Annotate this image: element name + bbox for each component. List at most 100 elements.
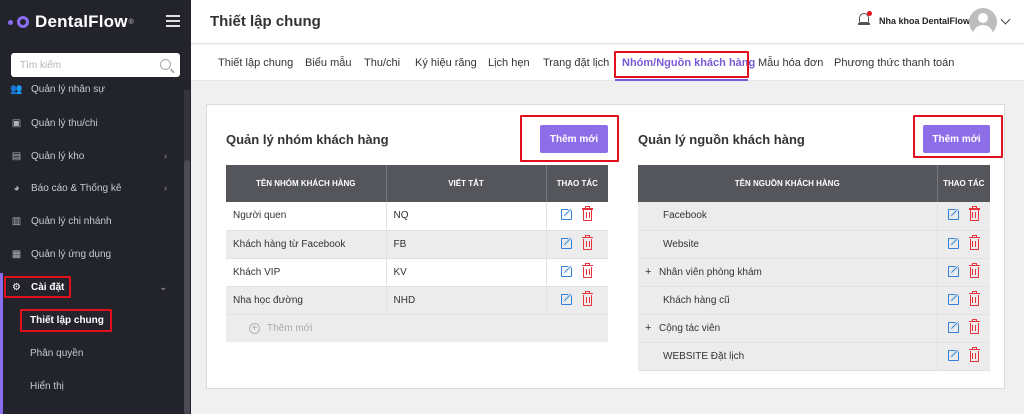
edit-icon[interactable] xyxy=(947,264,962,278)
column-header-actions: Thao tác xyxy=(937,165,990,202)
edit-icon[interactable] xyxy=(561,207,575,221)
cash-icon: ▣ xyxy=(11,117,22,129)
sidebar-item-warehouse[interactable]: ▤ Quản lý kho › xyxy=(0,146,183,166)
tab-tooth-symbols[interactable]: Ký hiệu răng xyxy=(415,57,477,69)
source-name-label: WEBSITE Đặt lịch xyxy=(663,350,745,362)
menu-toggle-icon[interactable] xyxy=(166,15,180,27)
highlight-box-settings xyxy=(4,276,71,298)
column-header-group-name: Tên nhóm khách hàng xyxy=(226,165,387,202)
source-name-label: Website xyxy=(663,238,699,250)
groups-table: Tên nhóm khách hàng Viết tắt Thao tác Ng… xyxy=(226,165,608,315)
sources-section-title: Quản lý nguồn khách hàng xyxy=(638,132,805,147)
group-name-cell: Khách VIP xyxy=(226,258,387,287)
source-name-label: Nhân viên phòng khám xyxy=(659,267,762,278)
highlight-box-general-settings xyxy=(20,309,112,332)
tab-booking-page[interactable]: Trang đặt lịch xyxy=(543,57,609,69)
sidebar-item-apps[interactable]: ▦ Quản lý ứng dụng xyxy=(0,244,183,264)
sidebar-item-reports[interactable]: ◕ Báo cáo & Thống kê › xyxy=(0,178,183,198)
delete-icon[interactable] xyxy=(968,318,980,334)
expand-plus-icon[interactable]: + xyxy=(645,322,659,334)
notification-bell-icon[interactable] xyxy=(858,11,872,26)
apps-icon: ▦ xyxy=(11,248,22,260)
avatar[interactable] xyxy=(969,8,997,36)
delete-icon[interactable] xyxy=(582,206,594,222)
sidebar-search xyxy=(11,53,180,77)
sidebar-subitem-permissions[interactable]: Phân quyền xyxy=(30,348,83,359)
group-abbr-cell: FB xyxy=(386,230,547,259)
tab-general[interactable]: Thiết lập chung xyxy=(218,57,293,69)
edit-icon[interactable] xyxy=(947,207,962,221)
sidebar-scrollbar-thumb[interactable] xyxy=(184,160,190,414)
clinic-name[interactable]: Nha khoa DentalFlow xyxy=(879,16,970,26)
edit-icon[interactable] xyxy=(947,348,962,362)
group-abbr-cell: KV xyxy=(386,258,547,287)
source-name-cell: WEBSITE Đặt lịch xyxy=(638,342,938,371)
source-name-cell: + Cộng tác viên xyxy=(638,314,938,343)
source-name-label: Khách hàng cũ xyxy=(663,294,730,306)
edit-icon[interactable] xyxy=(947,236,962,250)
logo-dot-icon xyxy=(8,19,13,25)
tab-active-indicator xyxy=(615,79,748,81)
page-title: Thiết lập chung xyxy=(210,13,321,30)
sources-table: Tên nguồn khách hàng Thao tác Facebook We… xyxy=(638,165,990,371)
column-header-source-name: Tên nguồn khách hàng xyxy=(638,165,938,202)
sidebar-subitem-display[interactable]: Hiển thị xyxy=(30,381,64,392)
delete-icon[interactable] xyxy=(968,234,980,250)
chevron-down-icon: ⌄ xyxy=(159,281,167,292)
group-name-cell: Người quen xyxy=(226,202,387,231)
logo-ring-icon xyxy=(17,16,29,28)
source-name-cell: Website xyxy=(638,230,938,259)
edit-icon[interactable] xyxy=(561,292,575,306)
tab-invoice-templates[interactable]: Mẫu hóa đơn xyxy=(758,57,823,69)
sidebar-item-finance[interactable]: ▣ Quản lý thu/chi xyxy=(0,113,183,133)
search-icon[interactable] xyxy=(160,59,171,70)
search-input[interactable] xyxy=(11,53,151,77)
tab-income-expense[interactable]: Thu/chi xyxy=(364,57,400,69)
sidebar-item-label: Quản lý thu/chi xyxy=(31,117,98,129)
group-name-cell: Nha học đường xyxy=(226,286,387,315)
delete-icon[interactable] xyxy=(582,290,594,306)
table-row: Nha học đường NHD xyxy=(226,286,608,315)
sidebar-item-label: Quản lý kho xyxy=(31,150,85,162)
add-group-row-label: Thêm mới xyxy=(267,323,313,334)
groups-section-title: Quản lý nhóm khách hàng xyxy=(226,132,389,147)
delete-icon[interactable] xyxy=(582,262,594,278)
table-row: Website xyxy=(638,230,990,259)
delete-icon[interactable] xyxy=(968,290,980,306)
tab-payment-methods[interactable]: Phương thức thanh toán xyxy=(834,57,954,69)
brand-logo[interactable]: DentalFlow ® xyxy=(0,0,191,44)
table-row: Khách hàng cũ xyxy=(638,286,990,315)
add-group-row[interactable]: + Thêm mới xyxy=(226,315,608,342)
tab-forms[interactable]: Biểu mẫu xyxy=(305,57,351,69)
chevron-right-icon: › xyxy=(164,151,167,161)
source-name-label: Facebook xyxy=(663,210,707,222)
table-row: WEBSITE Đặt lịch xyxy=(638,342,990,371)
table-row: Khách VIP KV xyxy=(226,258,608,287)
chevron-down-icon[interactable] xyxy=(1000,14,1011,25)
edit-icon[interactable] xyxy=(561,264,575,278)
notification-dot xyxy=(867,11,872,16)
delete-icon[interactable] xyxy=(968,346,980,362)
sidebar-item-label: Quản lý chi nhánh xyxy=(31,215,112,227)
delete-icon[interactable] xyxy=(582,234,594,250)
tab-appointments[interactable]: Lịch hẹn xyxy=(488,57,530,69)
edit-icon[interactable] xyxy=(947,320,962,334)
settings-tabs: Thiết lập chung Biểu mẫu Thu/chi Ký hiệu… xyxy=(191,45,1024,81)
pie-chart-icon: ◕ xyxy=(13,182,20,194)
sidebar: DentalFlow® 👥 Quản lý nhân sự ▣ Quản lý … xyxy=(0,0,191,414)
delete-icon[interactable] xyxy=(968,206,980,222)
delete-icon[interactable] xyxy=(968,262,980,278)
edit-icon[interactable] xyxy=(561,236,575,250)
table-row: + Cộng tác viên xyxy=(638,314,990,343)
sidebar-item-branches[interactable]: ▥ Quản lý chi nhánh xyxy=(0,211,183,231)
group-abbr-cell: NQ xyxy=(386,202,547,231)
warehouse-icon: ▤ xyxy=(11,150,22,162)
expand-plus-icon[interactable]: + xyxy=(645,266,659,278)
sidebar-item-hr[interactable]: 👥 Quản lý nhân sự xyxy=(0,79,183,99)
edit-icon[interactable] xyxy=(947,292,962,306)
brand-registered-mark: ® xyxy=(128,18,134,26)
column-header-abbreviation: Viết tắt xyxy=(386,165,547,202)
plus-circle-icon: + xyxy=(249,323,260,334)
column-header-actions: Thao tác xyxy=(546,165,608,202)
highlight-box-add-source xyxy=(913,115,1003,158)
